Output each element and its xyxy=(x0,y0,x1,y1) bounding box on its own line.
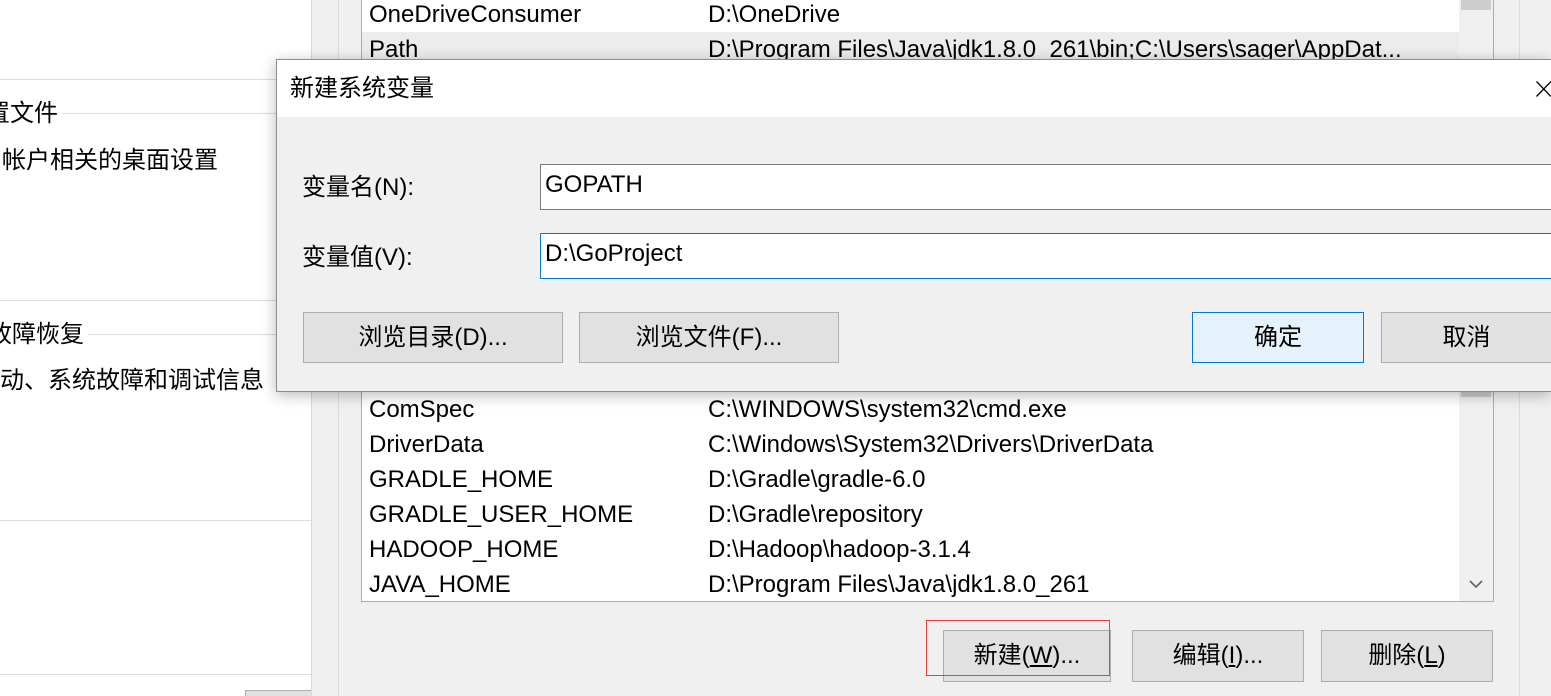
variable-name: OneDriveConsumer xyxy=(369,1,582,28)
list-item[interactable]: DriverData C:\Windows\System32\Drivers\D… xyxy=(362,427,1459,462)
variable-name: HADOOP_HOME xyxy=(369,536,559,563)
button-label-prefix: 删除( xyxy=(1368,642,1425,669)
variable-value: C:\Windows\System32\Drivers\DriverData xyxy=(708,431,1154,458)
button-label-prefix: 新建( xyxy=(973,642,1030,669)
browse-directory-button[interactable]: 浏览目录(D)... xyxy=(303,312,563,363)
variable-name-field[interactable] xyxy=(540,164,1551,210)
startup-recovery-group-label: 故障恢复 xyxy=(0,321,84,348)
ok-button[interactable]: 确定 xyxy=(1192,312,1364,363)
variable-value-label: 变量值(V): xyxy=(302,244,413,271)
dialog-title-bar[interactable]: 新建系统变量 xyxy=(277,60,1551,117)
button-label-prefix: 编辑( xyxy=(1172,642,1229,669)
variable-value: D:\Gradle\repository xyxy=(708,501,923,528)
access-key: L xyxy=(1424,642,1438,669)
close-icon xyxy=(1536,81,1551,97)
variable-value: C:\WINDOWS\system32\cmd.exe xyxy=(708,396,1067,423)
variable-value: D:\OneDrive xyxy=(708,1,841,28)
list-item[interactable]: JAVA_HOME D:\Program Files\Java\jdk1.8.0… xyxy=(362,567,1459,601)
close-button[interactable] xyxy=(1521,60,1551,117)
delete-variable-button[interactable]: 删除(L) xyxy=(1321,630,1493,682)
scrollbar-thumb[interactable] xyxy=(1461,0,1491,10)
list-item[interactable]: HADOOP_HOME D:\Hadoop\hadoop-3.1.4 xyxy=(362,532,1459,567)
list-item[interactable]: GRADLE_USER_HOME D:\Gradle\repository xyxy=(362,497,1459,532)
variable-value: D:\Gradle\gradle-6.0 xyxy=(708,466,926,493)
variable-name: GRADLE_USER_HOME xyxy=(369,501,634,528)
user-profiles-description: 帐户相关的桌面设置 xyxy=(2,147,218,174)
startup-recovery-description: 动、系统故障和调试信息 xyxy=(0,367,264,394)
variable-value: D:\Program Files\Java\jdk1.8.0_261 xyxy=(708,571,1090,598)
system-properties-window: 置文件 帐户相关的桌面设置 故障恢复 动、系统故障和调试信息 xyxy=(0,0,312,696)
variable-name: GRADLE_HOME xyxy=(369,466,554,493)
chevron-down-icon xyxy=(1469,580,1483,589)
variable-name: DriverData xyxy=(369,431,484,458)
button-label-suffix: )... xyxy=(1052,642,1081,669)
list-item[interactable]: GRADLE_HOME D:\Gradle\gradle-6.0 xyxy=(362,462,1459,497)
button-label-suffix: ) xyxy=(1437,642,1446,669)
new-system-variable-dialog: 新建系统变量 变量名(N): 变量值(V): 浏览目录(D)... 浏览文件(F… xyxy=(276,59,1551,392)
scroll-down-button[interactable] xyxy=(1459,567,1493,601)
system-properties-button-partial[interactable] xyxy=(245,690,311,696)
dialog-title: 新建系统变量 xyxy=(290,75,434,102)
divider xyxy=(0,674,311,675)
button-label-suffix: )... xyxy=(1235,642,1264,669)
group-box-border xyxy=(0,79,311,80)
browse-file-button[interactable]: 浏览文件(F)... xyxy=(579,312,839,363)
access-key: W xyxy=(1029,642,1053,669)
list-item[interactable]: OneDriveConsumer D:\OneDrive xyxy=(362,0,1459,32)
variable-name: ComSpec xyxy=(369,396,475,423)
cancel-button[interactable]: 取消 xyxy=(1381,312,1551,363)
variable-value-field[interactable] xyxy=(540,233,1551,279)
edit-variable-button[interactable]: 编辑(I)... xyxy=(1132,630,1304,682)
variable-name-label: 变量名(N): xyxy=(302,174,414,201)
variable-name: JAVA_HOME xyxy=(369,571,511,598)
group-box-border xyxy=(0,300,311,301)
group-box-border xyxy=(62,113,311,114)
group-box-border xyxy=(0,520,311,521)
new-variable-button[interactable]: 新建(W)... xyxy=(943,630,1111,682)
variable-value: D:\Hadoop\hadoop-3.1.4 xyxy=(708,536,971,563)
list-item[interactable]: ComSpec C:\WINDOWS\system32\cmd.exe xyxy=(362,392,1459,427)
user-profiles-group-label: 置文件 xyxy=(0,100,58,127)
